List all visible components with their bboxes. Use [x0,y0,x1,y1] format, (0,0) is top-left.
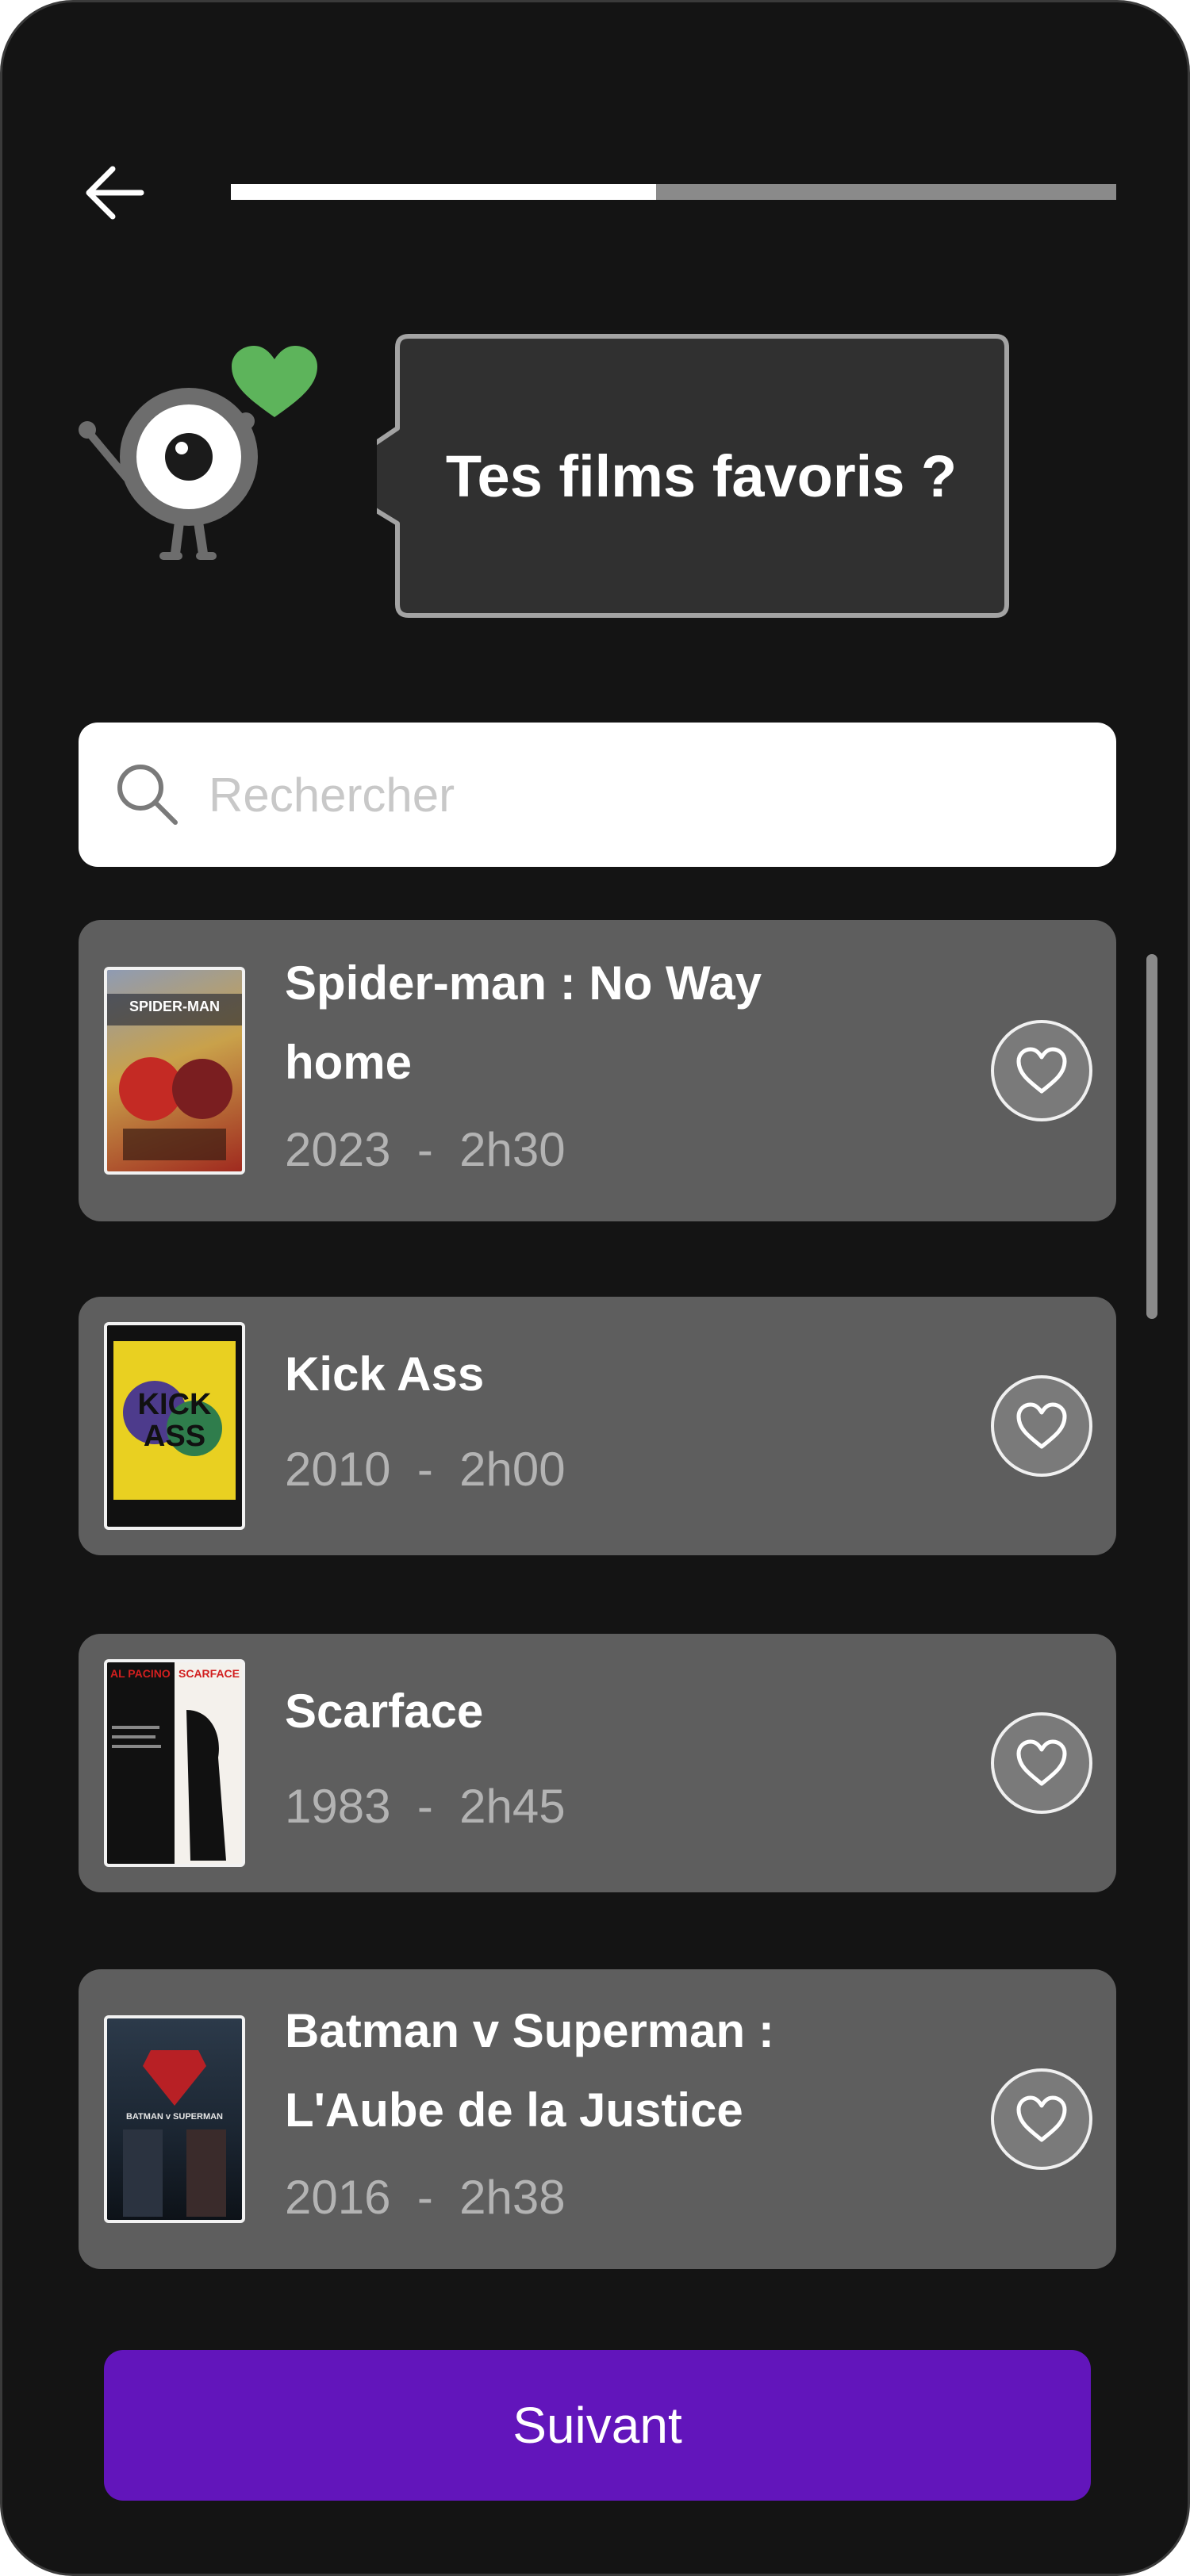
movie-duration: 2h00 [459,1443,566,1496]
poster-scarface: AL PACINO SCARFACE [104,1659,245,1867]
favorite-button[interactable] [991,2068,1092,2170]
poster-title: BATMAN v SUPERMAN [125,2112,224,2122]
next-button[interactable]: Suivant [104,2350,1091,2501]
heart-icon [1016,1739,1067,1786]
movie-card-kickass[interactable]: KICK ASS Kick Ass 2010 - 2h00 [79,1297,1116,1555]
movie-duration: 2h38 [459,2171,566,2224]
movie-duration: 2h30 [459,1123,566,1176]
poster-right-text: SCARFACE [178,1667,240,1680]
scrollbar[interactable] [1146,954,1157,1319]
poster-spiderman: SPIDER-MAN [104,967,245,1175]
progress-fill [231,184,656,200]
poster-left-text: AL PACINO [110,1667,171,1680]
search-input[interactable] [207,766,1083,823]
movie-meta: 2016 - 2h38 [285,2171,566,2224]
poster-title: SPIDER-MAN [129,999,220,1014]
favorite-button[interactable] [991,1020,1092,1121]
progress-bar [231,184,1116,200]
movie-title: Scarface [285,1685,484,1738]
search-bar[interactable] [79,723,1116,867]
movie-title: Kick Ass [285,1347,485,1401]
movie-year: 2023 [285,1123,391,1176]
poster-kickass: KICK ASS [104,1322,245,1530]
favorite-button[interactable] [991,1375,1092,1477]
phone-screen: Tes films favoris ? SPIDER-MAN Spider-ma… [0,0,1190,2576]
heart-icon [1016,1047,1067,1094]
movie-year: 2016 [285,2171,391,2224]
search-icon [117,765,178,825]
mascot-eye-icon [79,346,317,560]
movie-card-spiderman[interactable]: SPIDER-MAN Spider-man : No Way home 2023… [79,920,1116,1221]
heart-icon [1016,1402,1067,1449]
poster-batman: BATMAN v SUPERMAN [104,2015,245,2223]
movie-duration: 2h45 [459,1780,566,1833]
favorite-button[interactable] [991,1712,1092,1814]
movie-year: 1983 [285,1780,391,1833]
movie-title: Batman v Superman : L'Aube de la Justice [285,2004,774,2137]
movie-card-batman[interactable]: BATMAN v SUPERMAN Batman v Superman : L'… [79,1969,1116,2269]
movie-meta: 1983 - 2h45 [285,1780,566,1833]
poster-art [107,1662,226,1864]
poster-title: KICK ASS [137,1388,212,1453]
movie-year: 2010 [285,1443,391,1496]
movie-meta: 2010 - 2h00 [285,1443,566,1496]
movie-meta: 2023 - 2h30 [285,1123,566,1176]
movie-title: Spider-man : No Way home [285,956,762,1089]
movie-card-scarface[interactable]: AL PACINO SCARFACE Scarface 1983 - 2h45 [79,1634,1116,1892]
heart-icon [1016,2095,1067,2142]
prompt-text: Tes films favoris ? [445,443,958,509]
back-arrow-icon[interactable] [78,161,153,224]
